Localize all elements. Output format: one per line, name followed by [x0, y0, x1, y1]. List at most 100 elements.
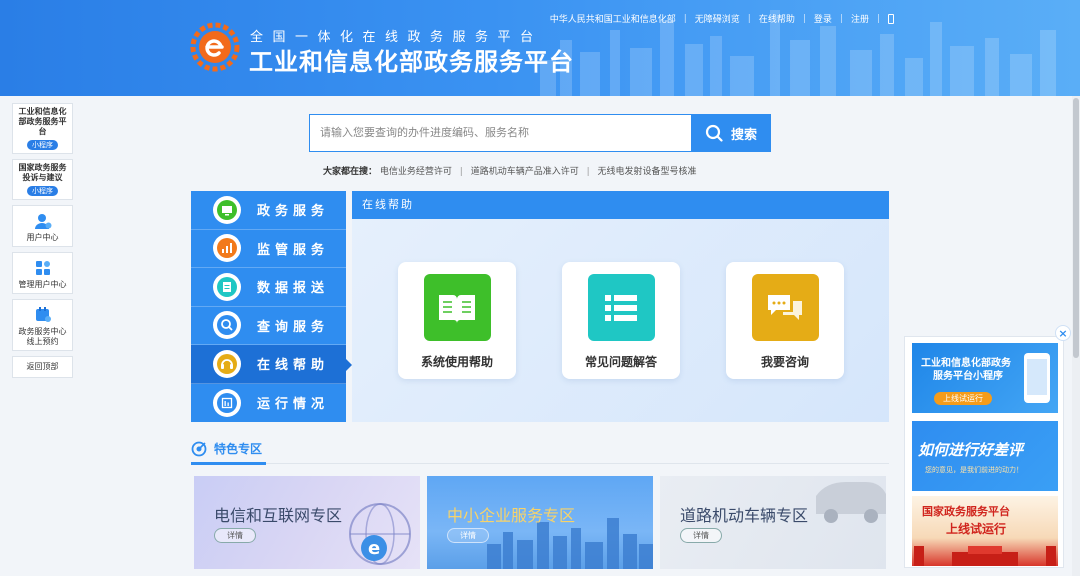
nav-item-label: 政务服务: [257, 204, 330, 220]
system-help-card[interactable]: 系统使用帮助: [398, 262, 516, 379]
service-nav: 政务服务 监管服务 数据报送 查询服务 在线帮助 运行情况: [191, 191, 352, 423]
sidebar-item-user-center[interactable]: 用户中心: [12, 205, 73, 247]
miniprogram-badge: 小程序: [27, 186, 58, 196]
nav-item-query[interactable]: 查询服务: [191, 307, 346, 345]
special-zone-heading: 特色专区: [191, 440, 262, 457]
banner-line: 如何进行好差评: [918, 441, 1024, 459]
sidebar-item-appointment[interactable]: 政务服务中心线上预约: [12, 299, 73, 351]
faq-card[interactable]: 常见问题解答: [562, 262, 680, 379]
sidebar-item-label: 用户中心: [26, 233, 59, 242]
grid-icon: [35, 261, 50, 275]
divider-accent: [191, 462, 266, 465]
mii-logo-icon: [190, 22, 240, 72]
calendar-icon: [35, 307, 51, 322]
user-icon: [34, 214, 51, 229]
banner-line: 国家政务服务平台: [922, 505, 1010, 518]
chat-icon: [751, 274, 819, 341]
svg-text:e: e: [368, 538, 380, 559]
left-sidebar: 工业和信息化部政务服务平台 小程序 国家政务服务投诉与建议 小程序 用户中心 管…: [12, 103, 73, 383]
zone-card-title: 中小企业服务专区: [447, 506, 576, 525]
divider: |: [683, 13, 687, 24]
magnifier-icon: [213, 311, 241, 340]
divider: |: [747, 13, 751, 24]
miniprogram-badge: 小程序: [27, 140, 58, 150]
divider: |: [586, 167, 590, 177]
help-cards: 系统使用帮助 常见问题解答 我要咨询: [398, 262, 844, 379]
nav-item-supervision[interactable]: 监管服务: [191, 230, 346, 268]
search-icon: [705, 124, 723, 142]
target-icon: [191, 441, 207, 456]
banner-line: 上线试运行: [946, 522, 1007, 536]
divider: |: [839, 13, 843, 24]
review-banner[interactable]: 如何进行好差评 您的意见，是我们前进的动力！: [912, 421, 1058, 491]
card-label: 常见问题解答: [584, 355, 657, 369]
hot-search-link[interactable]: 无线电发射设备型号核准: [598, 167, 697, 177]
search-button-label: 搜索: [730, 127, 757, 143]
nav-item-label: 运行情况: [257, 397, 330, 413]
hot-search-link[interactable]: 电信业务经营许可: [380, 167, 452, 177]
online-help-link[interactable]: 在线帮助: [759, 12, 795, 25]
banner-line: 您的意见，是我们前进的动力！: [925, 466, 1023, 474]
accessibility-link[interactable]: 无障碍浏览: [695, 12, 740, 25]
top-links-bar: 中华人民共和国工业和信息化部 | 无障碍浏览 | 在线帮助 | 登录 | 注册 …: [550, 12, 894, 25]
hot-searches: 大家都在搜： 电信业务经营许可 | 道路机动车辆产品准入许可 | 无线电发射设备…: [323, 164, 697, 177]
banner-tag: 上线试运行: [934, 392, 992, 405]
flags-decoration: [914, 546, 1056, 566]
nav-item-gov-services[interactable]: 政务服务: [191, 191, 346, 230]
details-button[interactable]: 详情: [680, 528, 722, 543]
sme-zone-card[interactable]: 中小企业服务专区 详情: [427, 476, 653, 569]
hot-searches-label: 大家都在搜：: [323, 167, 378, 177]
sidebar-item-label: 工业和信息化部政务服务平台: [18, 107, 67, 136]
document-icon: [213, 272, 241, 301]
details-button[interactable]: 详情: [447, 528, 489, 543]
search-input[interactable]: 请输入您要查询的办件进度编码、服务名称: [309, 114, 691, 152]
ministry-link[interactable]: 中华人民共和国工业和信息化部: [550, 12, 676, 25]
banner-line: 服务平台小程序: [933, 371, 1003, 382]
zone-card-title: 电信和互联网专区: [214, 506, 343, 525]
book-icon: [423, 274, 491, 341]
phone-icon: [1024, 353, 1050, 403]
divider: |: [802, 13, 806, 24]
nav-item-label: 数据报送: [257, 281, 330, 297]
sidebar-miniprogram-mii[interactable]: 工业和信息化部政务服务平台 小程序: [12, 103, 73, 154]
scrollbar-thumb[interactable]: [1073, 98, 1079, 358]
miniprogram-banner[interactable]: 工业和信息化部政务 服务平台小程序 上线试运行: [912, 343, 1058, 413]
consult-card[interactable]: 我要咨询: [726, 262, 844, 379]
site-title: 工业和信息化部政务服务平台: [249, 48, 574, 76]
register-link[interactable]: 注册: [851, 12, 869, 25]
zone-card-title: 道路机动车辆专区: [680, 506, 809, 525]
page-scrollbar[interactable]: [1072, 96, 1080, 576]
sidebar-item-admin-center[interactable]: 管理用户中心: [12, 252, 73, 294]
telecom-zone-card[interactable]: e 电信和互联网专区 详情: [194, 476, 420, 569]
details-button[interactable]: 详情: [214, 528, 256, 543]
search-button[interactable]: 搜索: [691, 114, 771, 152]
nav-item-online-help[interactable]: 在线帮助: [191, 345, 352, 384]
globe-ie-icon: e: [349, 503, 411, 565]
banner-line: 工业和信息化部政务: [921, 358, 1011, 369]
car-icon: [816, 482, 886, 523]
list-icon: [587, 274, 655, 341]
sidebar-miniprogram-complaint[interactable]: 国家政务服务投诉与建议 小程序: [12, 159, 73, 200]
headset-icon: [213, 349, 241, 378]
card-label: 系统使用帮助: [420, 355, 493, 369]
close-icon[interactable]: ×: [1055, 325, 1071, 341]
divider: |: [459, 167, 463, 177]
hot-search-link[interactable]: 道路机动车辆产品准入许可: [471, 167, 579, 177]
online-help-panel: 在线帮助 系统使用帮助 常见问题解答 我要咨询: [352, 191, 889, 422]
bar-chart-icon: [213, 388, 241, 417]
back-to-top-button[interactable]: 返回顶部: [12, 356, 73, 378]
mobile-phone-icon[interactable]: [888, 13, 894, 24]
nav-item-operation[interactable]: 运行情况: [191, 384, 346, 423]
sidebar-item-label: 管理用户中心: [18, 280, 67, 289]
panel-title: 在线帮助: [352, 191, 889, 219]
divider: |: [876, 13, 880, 24]
nav-item-data-report[interactable]: 数据报送: [191, 268, 346, 307]
vehicle-zone-card[interactable]: 道路机动车辆专区 详情: [660, 476, 886, 569]
chart-icon: [213, 234, 241, 263]
national-platform-banner[interactable]: 国家政务服务平台 上线试运行: [912, 496, 1058, 566]
nav-item-label: 查询服务: [257, 319, 330, 335]
monitor-icon: [213, 195, 241, 224]
login-link[interactable]: 登录: [814, 12, 832, 25]
nav-item-label: 在线帮助: [257, 358, 330, 374]
card-label: 我要咨询: [760, 355, 809, 369]
